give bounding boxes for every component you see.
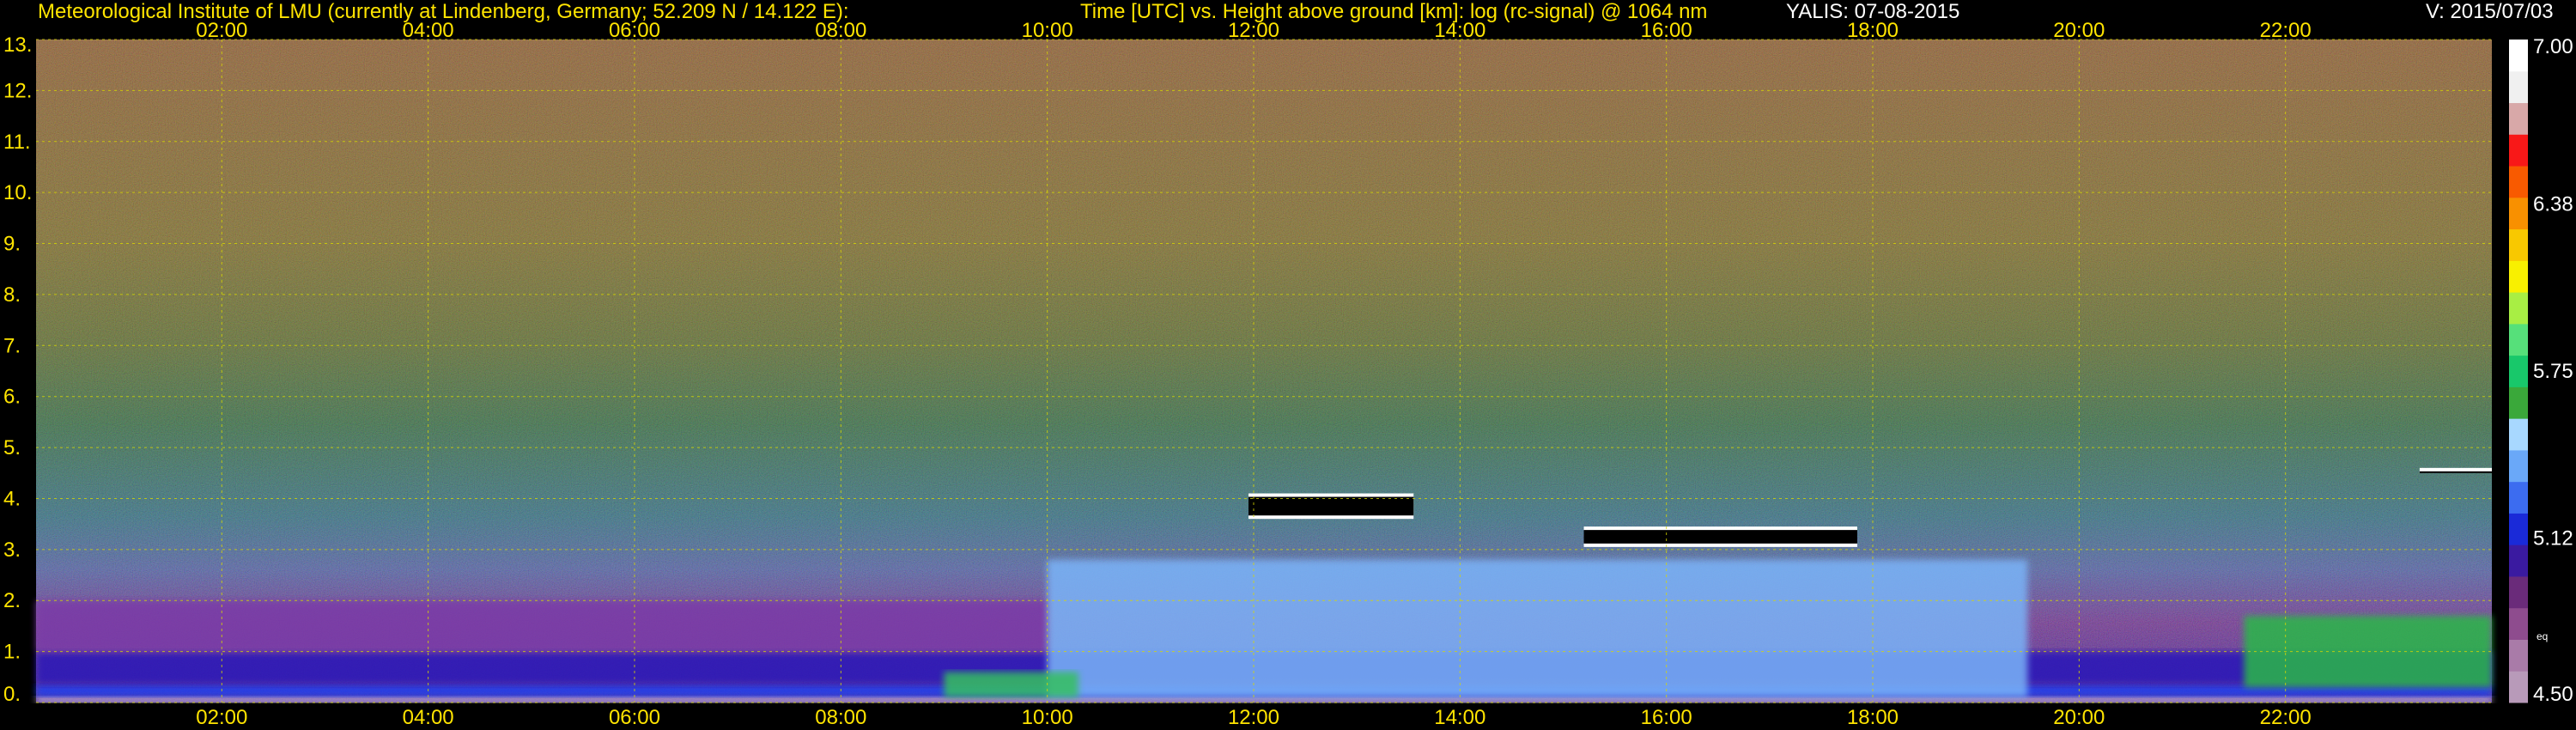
colorbar-segment <box>2509 70 2528 104</box>
colorbar-segment <box>2509 102 2528 135</box>
colorbar-tick-label: 4.50 <box>2533 683 2573 706</box>
y-tick-label: 7. <box>3 334 21 357</box>
colorbar-tick-label: 6.38 <box>2533 192 2573 216</box>
colorbar: 7.00 6.38 5.75 5.12 4.50 eq <box>2509 35 2573 706</box>
y-tick-label: 8. <box>3 283 21 307</box>
colorbar-segment <box>2509 418 2528 451</box>
y-axis-left: 0. 1. 2. 3. 4. 5. 6. 7. 8. 9. 10. 11. 12. 13. <box>3 33 32 706</box>
colorbar-segment <box>2509 607 2528 640</box>
x-tick-label-bottom: 16:00 <box>1641 706 1692 729</box>
x-tick-label-bottom: 04:00 <box>403 706 454 729</box>
x-tick-label-bottom: 10:00 <box>1022 706 1073 729</box>
cloud-2 <box>1583 526 1857 547</box>
cloud-core <box>2419 471 2492 473</box>
backscatter-chart: 0. 1. 2. 3. 4. 5. 6. 7. 8. 9. 10. 11. 12. 13. 02:00 04… <box>3 19 2573 729</box>
colorbar-segment <box>2509 513 2528 545</box>
colorbar-tick-label: 7.00 <box>2533 35 2573 58</box>
colorbar-segment <box>2509 40 2528 72</box>
cloud-3 <box>2419 467 2492 473</box>
colorbar-segment <box>2509 639 2528 672</box>
y-tick-label: 11. <box>3 131 31 154</box>
colorbar-segment <box>2509 355 2528 387</box>
colorbar-segment <box>2509 386 2528 419</box>
layer-mixing-green-morning <box>944 672 1078 698</box>
plot-area <box>36 40 2492 703</box>
colorbar-tick-label: 5.75 <box>2533 360 2573 383</box>
colorbar-segment <box>2509 575 2528 609</box>
y-tick-label: 3. <box>3 538 21 562</box>
y-tick-label: 5. <box>3 436 21 459</box>
colorbar-segment <box>2509 449 2528 483</box>
layer-mixed-layer-day <box>1047 559 2028 698</box>
y-tick-label: 0. <box>3 683 21 706</box>
y-tick-label: 9. <box>3 233 21 256</box>
colorbar-extra-label: eq <box>2537 630 2548 642</box>
x-tick-label-bottom: 22:00 <box>2260 706 2312 729</box>
colorbar-segment <box>2509 228 2528 261</box>
x-tick-label-top: 22:00 <box>2260 19 2312 42</box>
x-tick-label-top: 20:00 <box>2053 19 2105 42</box>
y-tick-label: 13. <box>3 33 32 57</box>
x-tick-label-top: 06:00 <box>609 19 660 42</box>
x-tick-label-bottom: 06:00 <box>609 706 660 729</box>
colorbar-segment <box>2509 292 2528 325</box>
x-axis-top: 02:00 04:00 06:00 08:00 10:00 12:00 14:00 16:00… <box>196 19 2311 42</box>
y-tick-label: 1. <box>3 641 21 664</box>
x-tick-label-top: 12:00 <box>1228 19 1279 42</box>
x-tick-label-bottom: 08:00 <box>815 706 866 729</box>
y-tick-label: 2. <box>3 589 21 612</box>
colorbar-segment <box>2509 671 2528 703</box>
colorbar-tick-label: 5.12 <box>2533 527 2573 551</box>
colorbar-segment <box>2509 481 2528 514</box>
x-tick-label-top: 04:00 <box>403 19 454 42</box>
x-tick-label-bottom: 12:00 <box>1228 706 1279 729</box>
colorbar-segment <box>2509 166 2528 198</box>
x-tick-label-top: 10:00 <box>1022 19 1073 42</box>
x-tick-label-top: 02:00 <box>196 19 247 42</box>
x-tick-label-top: 08:00 <box>815 19 866 42</box>
colorbar-segment <box>2509 323 2528 356</box>
y-tick-label: 10. <box>3 181 32 204</box>
x-tick-label-bottom: 18:00 <box>1847 706 1899 729</box>
cloud-core <box>1583 530 1857 544</box>
x-tick-label-bottom: 14:00 <box>1434 706 1485 729</box>
colorbar-segment <box>2509 260 2528 293</box>
x-tick-label-top: 14:00 <box>1434 19 1485 42</box>
y-tick-label: 4. <box>3 487 21 510</box>
x-tick-label-top: 16:00 <box>1641 19 1692 42</box>
x-tick-label-bottom: 20:00 <box>2053 706 2105 729</box>
cloud-1 <box>1248 493 1414 520</box>
y-tick-label: 6. <box>3 386 21 409</box>
x-tick-label-bottom: 02:00 <box>196 706 247 729</box>
cloud-core <box>1248 496 1414 516</box>
colorbar-segment <box>2509 544 2528 577</box>
x-axis-bottom: 02:00 04:00 06:00 08:00 10:00 12:00 14:00 16:00… <box>196 706 2311 729</box>
colorbar-segment <box>2509 197 2528 230</box>
y-tick-label: 12. <box>3 79 32 102</box>
colorbar-segment <box>2509 134 2528 167</box>
lidar-quicklook: Meteorological Institute of LMU (current… <box>0 0 2576 730</box>
x-tick-label-top: 18:00 <box>1847 19 1899 42</box>
layer-residual-layer <box>36 600 1048 652</box>
